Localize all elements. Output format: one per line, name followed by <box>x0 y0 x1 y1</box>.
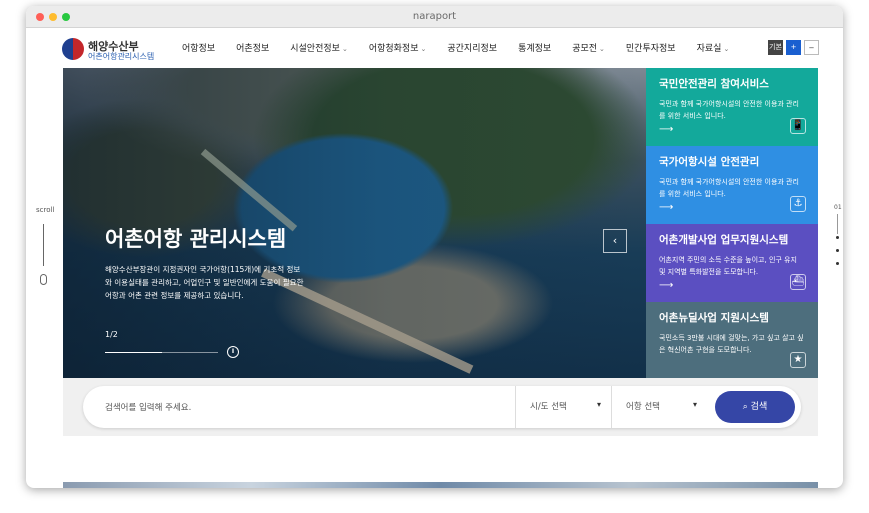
scroll-indicator-line <box>43 224 44 266</box>
search-button-label: 검색 <box>750 402 768 412</box>
nav-label: 자료실 <box>696 44 722 54</box>
hero-description: 해양수산부장관이 지정권자인 국가어항(115개)에 기초적 정보와 이용실태를… <box>105 265 304 300</box>
nav-item-facility-safety[interactable]: 시설안전정보 ⌄ <box>290 41 348 54</box>
font-size-controls: 기본 + − <box>768 40 819 55</box>
service-card-village-development[interactable]: 어촌개발사업 업무지원시스템 어촌지역 주민의 소득 수준을 높이고, 인구 유… <box>646 224 818 302</box>
nav-label: 공모전 <box>572 44 598 54</box>
region-select[interactable]: 시/도 선택 ▾ <box>515 386 611 428</box>
browser-window: naraport 해양수산부 어촌어항관리시스템 어항정보 어촌정보 시설안전정… <box>26 6 843 488</box>
nav-item-private-investment[interactable]: 민간투자정보 <box>626 41 676 54</box>
service-title: 어촌뉴딜사업 지원시스템 <box>659 312 769 324</box>
slide-progress-bar <box>105 352 218 353</box>
service-card-citizen-safety[interactable]: 국민안전관리 참여서비스 국민과 함께 국가어항시설의 안전한 이용과 관리를 … <box>646 68 818 146</box>
site-header: 해양수산부 어촌어항관리시스템 어항정보 어촌정보 시설안전정보 ⌄ 어항청화정보… <box>26 28 843 68</box>
hero-banner: 어촌어항 관리시스템 해양수산부장관이 지정권자인 국가어항(115개)에 기초… <box>63 68 646 378</box>
government-emblem-icon <box>62 38 84 60</box>
nav-item-village-info[interactable]: 어촌정보 <box>236 41 269 54</box>
chevron-down-icon: ⌄ <box>599 45 605 53</box>
service-title: 국가어항시설 안전관리 <box>659 156 760 168</box>
slide-pager: 1/2 <box>105 330 118 339</box>
search-icon: ⌕ <box>742 402 748 412</box>
arrow-right-icon: ⟶ <box>659 202 674 213</box>
lighthouse-icon: ⚓ <box>790 196 806 212</box>
chevron-down-icon: ⌄ <box>420 45 427 53</box>
nav-item-spatial-info[interactable]: 공간지리정보 <box>447 41 497 54</box>
section-dot-1[interactable] <box>836 236 839 239</box>
font-basic-button[interactable]: 기본 <box>768 40 783 55</box>
nav-item-port-info[interactable]: 어항정보 <box>182 41 215 54</box>
service-description: 어촌지역 주민의 소득 수준을 높이고, 인구 유지 및 지역별 특화발전을 도… <box>659 256 797 276</box>
font-increase-button[interactable]: + <box>786 40 801 55</box>
service-title: 어촌개발사업 업무지원시스템 <box>659 234 789 246</box>
caret-down-icon: ▾ <box>596 400 601 409</box>
scroll-label: scroll <box>36 206 55 214</box>
nav-label: 어항청화정보 <box>368 44 419 54</box>
slide-prev-button[interactable]: ‹ <box>603 229 627 253</box>
harbor-image-detail <box>200 148 298 232</box>
window-title: naraport <box>412 11 457 22</box>
mouse-icon <box>40 274 47 285</box>
search-input[interactable]: 검색어를 입력해 주세요. <box>105 401 191 413</box>
hero-title: 어촌어항 관리시스템 <box>105 227 287 251</box>
chevron-down-icon: ⌄ <box>341 45 348 53</box>
nav-item-port-clean[interactable]: 어항청화정보 ⌄ <box>369 41 427 54</box>
logo-system: 어촌어항관리시스템 <box>88 52 155 61</box>
caret-down-icon: ▾ <box>692 400 697 409</box>
section-indicator-line <box>837 214 838 234</box>
section-dot-2[interactable] <box>836 249 839 252</box>
content-preview-strip <box>63 482 818 488</box>
search-section: 검색어를 입력해 주세요. 시/도 선택 ▾ 어항 선택 ▾ ⌕ 검색 <box>63 378 818 436</box>
pause-icon[interactable]: Ⅱ <box>227 346 239 358</box>
region-select-value: 시/도 선택 <box>530 402 567 412</box>
font-decrease-button[interactable]: − <box>804 40 819 55</box>
nav-item-statistics[interactable]: 통계정보 <box>518 41 551 54</box>
window-titlebar: naraport <box>26 6 843 28</box>
nav-item-library[interactable]: 자료실 ⌄ <box>697 41 730 54</box>
search-bar: 검색어를 입력해 주세요. 시/도 선택 ▾ 어항 선택 ▾ ⌕ 검색 <box>83 386 801 428</box>
section-dot-3[interactable] <box>836 262 839 265</box>
chevron-down-icon: ⌄ <box>723 45 730 53</box>
service-description: 국민소득 3만불 시대에 걸맞는, 가고 싶고 살고 싶은 혁신어촌 구현을 도… <box>659 334 804 354</box>
port-select-value: 어항 선택 <box>626 402 660 412</box>
service-title: 국민안전관리 참여서비스 <box>659 78 769 90</box>
mobile-icon: 📱 <box>790 118 806 134</box>
nav-item-contest[interactable]: 공모전 ⌄ <box>572 41 605 54</box>
service-description: 국민과 함께 국가어항시설의 안전한 이용과 관리를 위한 서비스 입니다. <box>659 178 799 198</box>
port-select[interactable]: 어항 선택 ▾ <box>611 386 707 428</box>
main-nav: 어항정보 어촌정보 시설안전정보 ⌄ 어항청화정보 ⌄ 공간지리정보 통계정보 공모… <box>182 41 750 54</box>
arrow-right-icon: ⟶ <box>659 124 674 135</box>
service-card-new-deal[interactable]: 어촌뉴딜사업 지원시스템 국민소득 3만불 시대에 걸맞는, 가고 싶고 살고 … <box>646 302 818 378</box>
arrow-right-icon: ⟶ <box>659 280 674 291</box>
service-card-facility-safety[interactable]: 국가어항시설 안전관리 국민과 함께 국가어항시설의 안전한 이용과 관리를 위… <box>646 146 818 224</box>
search-button[interactable]: ⌕ 검색 <box>715 391 795 423</box>
service-description: 국민과 함께 국가어항시설의 안전한 이용과 관리를 위한 서비스 입니다. <box>659 100 799 120</box>
nav-label: 시설안전정보 <box>290 44 340 54</box>
ship-icon: ⛴ <box>790 274 806 290</box>
screenshot-stage: naraport 해양수산부 어촌어항관리시스템 어항정보 어촌정보 시설안전정… <box>0 0 869 513</box>
section-number: 01 <box>834 204 842 211</box>
slide-progress-fill <box>105 352 162 353</box>
star-icon: ★ <box>790 352 806 368</box>
